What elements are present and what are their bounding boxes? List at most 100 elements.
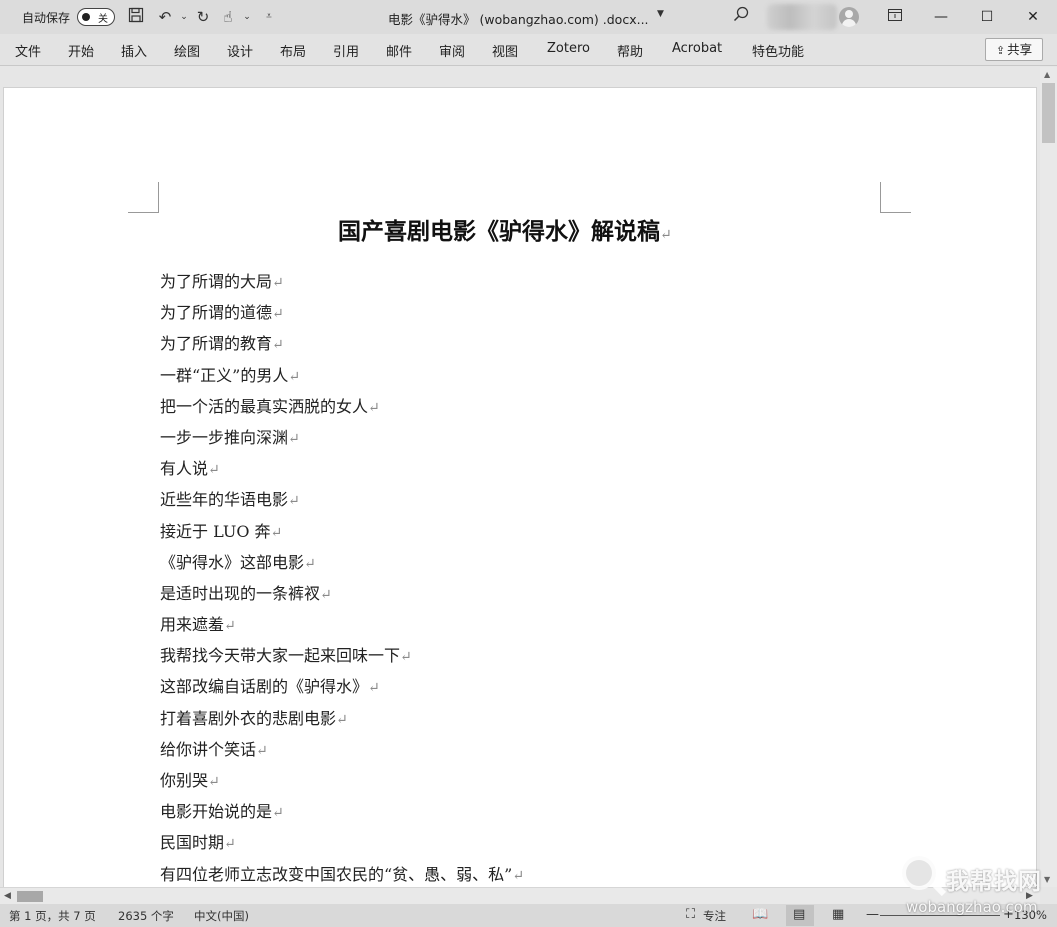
tab-special-features[interactable]: 特色功能 [752,41,804,60]
paragraph-mark: ↵ [272,805,284,822]
customize-icon[interactable]: ⩡ [259,7,279,27]
tab-review[interactable]: 审阅 [439,41,465,60]
line-text: 把一个活的最真实洒脱的女人 [160,396,369,416]
line-text: 近些年的华语电影 [160,490,289,510]
document-line[interactable]: 这部改编自话剧的《驴得水》↵ [160,671,524,702]
line-text: 接近于 LUO 奔 [160,521,271,541]
web-layout-icon[interactable]: ▦ [832,907,844,922]
paragraph-mark: ↵ [512,867,525,884]
print-layout-icon[interactable]: ▤ [793,907,805,922]
tab-home[interactable]: 开始 [68,41,94,60]
line-text: 是适时出现的一条裤衩 [160,583,321,603]
tab-file[interactable]: 文件 [15,41,41,60]
document-line[interactable]: 把一个活的最真实洒脱的女人↵ [160,391,524,422]
scroll-up-icon[interactable]: ▲ [1044,70,1050,79]
focus-icon[interactable]: ⛶ [686,907,695,922]
document-line[interactable]: 有人说↵ [160,453,524,484]
document-line[interactable]: 接近于 LUO 奔↵ [160,516,524,547]
document-line[interactable]: 电影开始说的是↵ [160,796,524,827]
title-bar: 自动保存 关 ↶ ⌄ ↻ ☝ ⌄ ⩡ 电影《驴得水》 (wobangzhao.c… [0,0,1057,34]
language[interactable]: 中文(中国) [194,908,249,924]
line-text: 有人说 [160,459,209,479]
scroll-left-icon[interactable]: ◀ [4,891,11,901]
read-mode-icon[interactable]: 📖 [752,907,768,922]
paragraph-mark: ↵ [224,836,236,853]
document-line[interactable]: 民国时期↵ [160,827,524,858]
page-info[interactable]: 第 1 页，共 7 页 [9,908,96,924]
paragraph-mark: ↵ [320,586,332,603]
close-icon[interactable]: ✕ [1010,0,1056,34]
autosave-state: 关 [98,14,108,25]
maximize-icon[interactable]: ☐ [964,0,1010,34]
watermark: 我帮找网 wobangzhao.com [900,852,1050,922]
autosave-toggle[interactable]: 关 [77,8,115,26]
document-line[interactable]: 一群“正义”的男人↵ [160,360,524,391]
tab-layout[interactable]: 布局 [280,41,306,60]
undo-dropdown-icon[interactable]: ⌄ [174,7,194,27]
paragraph-mark: ↵ [660,227,672,243]
line-text: 有四位老师立志改变中国农民的“贫、愚、弱、私” [160,864,513,884]
line-text: 《驴得水》这部电影 [160,552,305,572]
document-line[interactable]: 有四位老师立志改变中国农民的“贫、愚、弱、私”↵ [160,859,524,887]
document-line[interactable]: 给你讲个笑话↵ [160,734,524,765]
word-count[interactable]: 2635 个字 [118,908,174,924]
document-line[interactable]: 打着喜剧外衣的悲剧电影↵ [160,703,524,734]
tab-help[interactable]: 帮助 [617,41,643,60]
paragraph-mark: ↵ [208,774,220,790]
document-line[interactable]: 一步一步推向深渊↵ [160,422,524,453]
document-line[interactable]: 是适时出现的一条裤衩↵ [160,578,524,609]
redo-icon[interactable]: ↻ [193,7,213,27]
document-line[interactable]: 近些年的华语电影↵ [160,484,524,515]
line-text: 给你讲个笑话 [160,739,257,759]
document-body[interactable]: 为了所谓的大局↵ 为了所谓的道德↵ 为了所谓的教育↵ 一群“正义”的男人↵ 把一个活的最… [160,266,524,887]
zoom-out-icon[interactable]: — [866,907,879,922]
paragraph-mark: ↵ [368,399,380,416]
line-text: 一步一步推向深渊 [160,427,289,447]
document-line[interactable]: 我帮找今天带大家一起来回味一下↵ [160,640,524,671]
horizontal-scrollbar[interactable]: ◀ ▶ [0,887,1040,904]
undo-icon[interactable]: ↶ [155,7,175,27]
tab-mailings[interactable]: 邮件 [386,41,412,60]
search-icon[interactable] [733,6,749,27]
avatar[interactable] [839,7,859,27]
share-button[interactable]: ⇪ 共享 [985,38,1043,61]
tab-design[interactable]: 设计 [227,41,253,60]
document-line[interactable]: 用来遮羞↵ [160,609,524,640]
horizontal-scroll-thumb[interactable] [17,891,43,902]
focus-label[interactable]: 专注 [703,908,726,924]
tab-acrobat[interactable]: Acrobat [672,41,722,56]
watermark-brand: 我帮找网 [946,869,1042,895]
line-text: 为了所谓的道德 [160,303,273,323]
document-page[interactable]: 国产喜剧电影《驴得水》解说稿↵ 为了所谓的大局↵ 为了所谓的道德↵ 为了所谓的教育↵… [4,88,1036,887]
touch-dropdown-icon[interactable]: ⌄ [237,7,257,27]
tab-view[interactable]: 视图 [492,41,518,60]
magnifier-handle [931,881,947,897]
document-line[interactable]: 《驴得水》这部电影↵ [160,547,524,578]
document-line[interactable]: 你别哭↵ [160,765,524,796]
document-line[interactable]: 为了所谓的教育↵ [160,328,524,359]
tab-zotero[interactable]: Zotero [547,41,590,56]
paragraph-mark: ↵ [288,493,300,510]
document-title[interactable]: 电影《驴得水》 (wobangzhao.com) .docx... [388,9,649,28]
paragraph-mark: ↵ [224,618,236,635]
document-line[interactable]: 为了所谓的大局↵ [160,266,524,297]
touch-mode-icon[interactable]: ☝ [218,7,238,27]
document-heading[interactable]: 国产喜剧电影《驴得水》解说稿↵ [338,212,672,246]
tab-draw[interactable]: 绘图 [174,41,200,60]
vertical-scroll-thumb[interactable] [1042,83,1055,143]
tab-insert[interactable]: 插入 [121,41,147,60]
line-text: 这部改编自话剧的《驴得水》 [160,677,369,697]
vertical-scrollbar[interactable]: ▲ ▼ [1040,67,1057,887]
minimize-icon[interactable]: — [918,0,964,34]
title-dropdown-icon[interactable]: ▼ [657,9,664,19]
tab-references[interactable]: 引用 [333,41,359,60]
paragraph-mark: ↵ [256,742,268,759]
document-line[interactable]: 为了所谓的道德↵ [160,297,524,328]
ribbon-tabs: 文件 开始 插入 绘图 设计 布局 引用 邮件 审阅 视图 Zotero 帮助 … [0,34,1057,66]
save-icon[interactable] [126,7,146,27]
paragraph-mark: ↵ [288,368,301,385]
line-text: 你别哭 [160,771,209,790]
paragraph-mark: ↵ [208,462,220,479]
crop-mark-top-left [128,182,159,213]
ribbon-display-icon[interactable] [872,0,918,34]
